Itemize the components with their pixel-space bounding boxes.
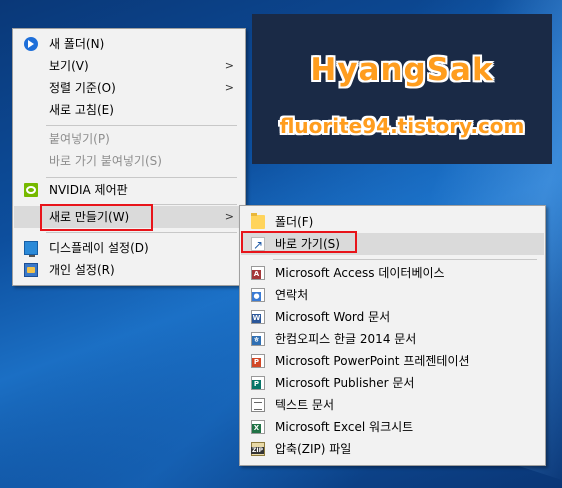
menu-item-display-settings[interactable]: 디스플레이 설정(D) (14, 237, 244, 259)
menu-item-label: 새 폴더(N) (49, 37, 105, 51)
chevron-right-icon: > (224, 59, 234, 72)
submenu-item-excel-worksheet[interactable]: X Microsoft Excel 워크시트 (241, 416, 544, 438)
submenu-item-text-document[interactable]: 텍스트 문서 (241, 394, 544, 416)
submenu-item-label: Microsoft Excel 워크시트 (275, 420, 414, 434)
menu-item-label: 새로 고침(E) (49, 103, 114, 117)
menu-item-label: 바로 가기 붙여넣기(S) (49, 154, 162, 168)
submenu-item-label: 연락처 (275, 288, 309, 302)
desktop-context-menu: 새 폴더(N) 보기(V) > 정렬 기준(O) > 새로 고침(E) 붙여넣기… (12, 28, 246, 286)
submenu-item-powerpoint[interactable]: P Microsoft PowerPoint 프레젠테이션 (241, 350, 544, 372)
menu-item-refresh[interactable]: 새로 고침(E) (14, 99, 244, 121)
menu-item-label: 붙여넣기(P) (49, 132, 110, 146)
publisher-icon: P (251, 376, 265, 390)
menu-item-label: 개인 설정(R) (49, 263, 115, 277)
menu-item-label: 정렬 기준(O) (49, 81, 116, 95)
display-settings-icon (24, 241, 38, 257)
submenu-item-publisher-document[interactable]: P Microsoft Publisher 문서 (241, 372, 544, 394)
zip-icon (251, 442, 265, 456)
submenu-item-label: Microsoft Publisher 문서 (275, 376, 415, 390)
submenu-item-hwp-document[interactable]: ㅎ 한컴오피스 한글 2014 문서 (241, 328, 544, 350)
submenu-item-word-document[interactable]: W Microsoft Word 문서 (241, 306, 544, 328)
personalize-icon (24, 263, 38, 277)
banner-subtitle: fluorite94.tistory.com (279, 114, 525, 138)
folder-icon (251, 213, 265, 229)
access-icon: A (251, 266, 265, 280)
text-document-icon (251, 398, 265, 412)
new-folder-icon (24, 37, 38, 51)
submenu-item-label: Microsoft Access 데이터베이스 (275, 266, 445, 280)
excel-icon: X (251, 420, 265, 434)
menu-item-view[interactable]: 보기(V) > (14, 55, 244, 77)
word-icon: W (251, 310, 265, 324)
chevron-right-icon: > (224, 210, 234, 223)
contact-icon: ● (251, 288, 265, 302)
watermark-banner: HyangSak fluorite94.tistory.com (252, 14, 552, 164)
menu-separator (46, 177, 237, 178)
chevron-right-icon: > (224, 81, 234, 94)
submenu-item-zip-file[interactable]: 압축(ZIP) 파일 (241, 438, 544, 460)
banner-title: HyangSak (310, 52, 494, 88)
menu-item-label: 디스플레이 설정(D) (49, 241, 149, 255)
highlight-box-shortcut (241, 231, 357, 253)
menu-item-label: NVIDIA 제어판 (49, 183, 128, 197)
menu-separator (46, 125, 237, 126)
nvidia-icon (24, 183, 38, 197)
menu-item-paste-shortcut: 바로 가기 붙여넣기(S) (14, 150, 244, 172)
submenu-item-label: 텍스트 문서 (275, 398, 335, 412)
menu-separator (46, 232, 237, 233)
menu-item-label: 보기(V) (49, 59, 89, 73)
submenu-item-access-database[interactable]: A Microsoft Access 데이터베이스 (241, 262, 544, 284)
menu-item-sort-by[interactable]: 정렬 기준(O) > (14, 77, 244, 99)
menu-item-nvidia-control-panel[interactable]: NVIDIA 제어판 (14, 179, 244, 201)
menu-item-new-folder[interactable]: 새 폴더(N) (14, 33, 244, 55)
submenu-item-label: Microsoft PowerPoint 프레젠테이션 (275, 354, 470, 368)
submenu-item-label: 압축(ZIP) 파일 (275, 442, 352, 456)
highlight-box-new (40, 204, 153, 231)
hwp-icon: ㅎ (251, 332, 265, 346)
submenu-item-label: Microsoft Word 문서 (275, 310, 391, 324)
menu-item-paste: 붙여넣기(P) (14, 128, 244, 150)
submenu-item-label: 한컴오피스 한글 2014 문서 (275, 332, 417, 346)
submenu-item-contact[interactable]: ● 연락처 (241, 284, 544, 306)
menu-separator (273, 259, 537, 260)
powerpoint-icon: P (251, 354, 265, 368)
submenu-item-label: 폴더(F) (275, 215, 314, 229)
menu-item-personalize[interactable]: 개인 설정(R) (14, 259, 244, 281)
submenu-item-folder[interactable]: 폴더(F) (241, 211, 544, 233)
